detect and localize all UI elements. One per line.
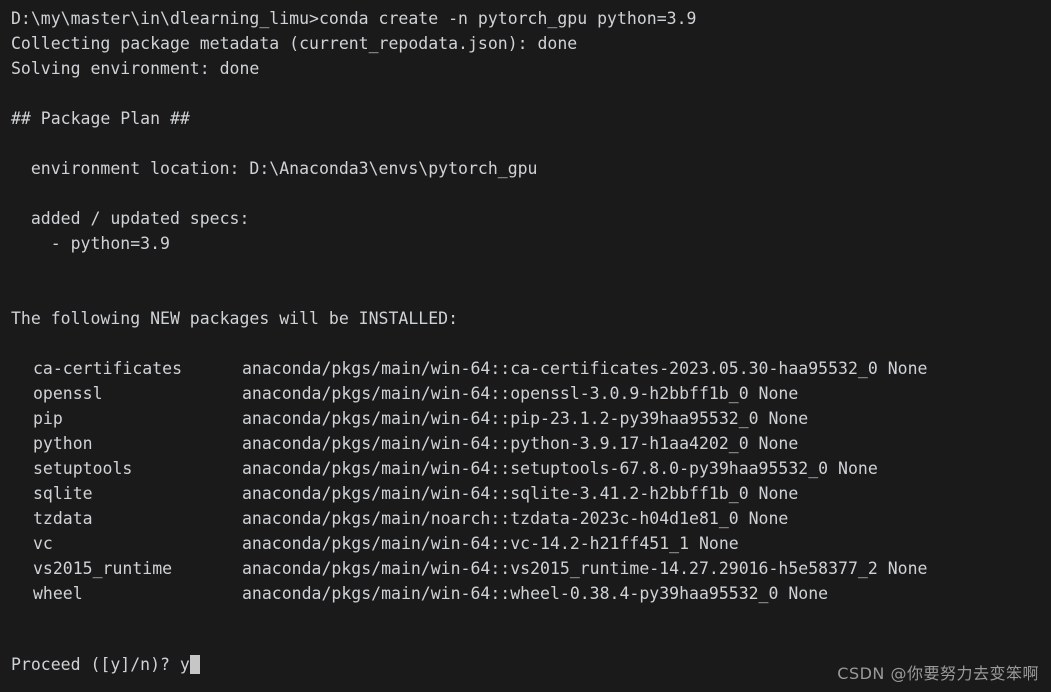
environment-location-line: environment location: D:\Anaconda3\envs\… bbox=[11, 159, 538, 178]
spec-item: - python=3.9 bbox=[11, 234, 170, 253]
package-spec: anaconda/pkgs/main/win-64::wheel-0.38.4-… bbox=[242, 584, 829, 603]
package-name: setuptools bbox=[33, 459, 133, 478]
package-row: sqlite anaconda/pkgs/main/win-64::sqlite-… bbox=[11, 481, 1051, 506]
package-name: vc bbox=[33, 534, 53, 553]
package-row: python anaconda/pkgs/main/win-64::python-… bbox=[11, 431, 1051, 456]
proceed-prompt-line[interactable]: Proceed ([y]/n)? y bbox=[11, 652, 200, 677]
package-spec: anaconda/pkgs/main/win-64::setuptools-67… bbox=[242, 459, 878, 478]
package-name: tzdata bbox=[33, 509, 93, 528]
text-cursor bbox=[189, 655, 200, 674]
csdn-watermark: CSDN @你要努力去变笨啊 bbox=[837, 664, 1039, 683]
package-spec: anaconda/pkgs/main/win-64::openssl-3.0.9… bbox=[242, 384, 799, 403]
new-packages-header: The following NEW packages will be INSTA… bbox=[11, 309, 459, 328]
package-name: ca-certificates bbox=[33, 359, 183, 378]
output-line: Collecting package metadata (current_rep… bbox=[11, 34, 578, 53]
package-spec: anaconda/pkgs/main/win-64::python-3.9.17… bbox=[242, 434, 799, 453]
proceed-prompt-label: Proceed ([y]/n)? bbox=[11, 655, 180, 674]
typed-answer: y bbox=[179, 655, 190, 674]
package-list: ca-certificates anaconda/pkgs/main/win-64… bbox=[11, 356, 1051, 606]
package-row: openssl anaconda/pkgs/main/win-64::openss… bbox=[11, 381, 1051, 406]
added-updated-specs-label: added / updated specs: bbox=[11, 209, 250, 228]
package-spec: anaconda/pkgs/main/win-64::vs2015_runtim… bbox=[242, 559, 928, 578]
package-row: pip anaconda/pkgs/main/win-64::pip-23.1.2… bbox=[11, 406, 1051, 431]
output-line: Solving environment: done bbox=[11, 59, 260, 78]
package-spec: anaconda/pkgs/main/noarch::tzdata-2023c-… bbox=[242, 509, 789, 528]
package-spec: anaconda/pkgs/main/win-64::sqlite-3.41.2… bbox=[242, 484, 799, 503]
package-name: wheel bbox=[33, 584, 83, 603]
terminal-window[interactable]: D:\my\master\in\dlearning_limu>conda cre… bbox=[0, 0, 1051, 692]
package-name: python bbox=[33, 434, 93, 453]
package-row: ca-certificates anaconda/pkgs/main/win-64… bbox=[11, 356, 1051, 381]
package-spec: anaconda/pkgs/main/win-64::vc-14.2-h21ff… bbox=[242, 534, 739, 553]
package-row: setuptools anaconda/pkgs/main/win-64::set… bbox=[11, 456, 1051, 481]
package-spec: anaconda/pkgs/main/win-64::pip-23.1.2-py… bbox=[242, 409, 809, 428]
command-line: D:\my\master\in\dlearning_limu>conda cre… bbox=[11, 9, 697, 28]
terminal-output-lines: D:\my\master\in\dlearning_limu>conda cre… bbox=[11, 6, 1051, 356]
package-row: tzdata anaconda/pkgs/main/noarch::tzdata-… bbox=[11, 506, 1051, 531]
package-name: openssl bbox=[33, 384, 103, 403]
package-row: wheel anaconda/pkgs/main/win-64::wheel-0.… bbox=[11, 581, 1051, 606]
package-name: pip bbox=[33, 409, 63, 428]
package-name: sqlite bbox=[33, 484, 93, 503]
package-row: vs2015_runtime anaconda/pkgs/main/win-64:… bbox=[11, 556, 1051, 581]
package-name: vs2015_runtime bbox=[33, 559, 173, 578]
package-spec: anaconda/pkgs/main/win-64::ca-certificat… bbox=[242, 359, 928, 378]
package-row: vc anaconda/pkgs/main/win-64::vc-14.2-h21… bbox=[11, 531, 1051, 556]
package-plan-header: ## Package Plan ## bbox=[11, 109, 190, 128]
